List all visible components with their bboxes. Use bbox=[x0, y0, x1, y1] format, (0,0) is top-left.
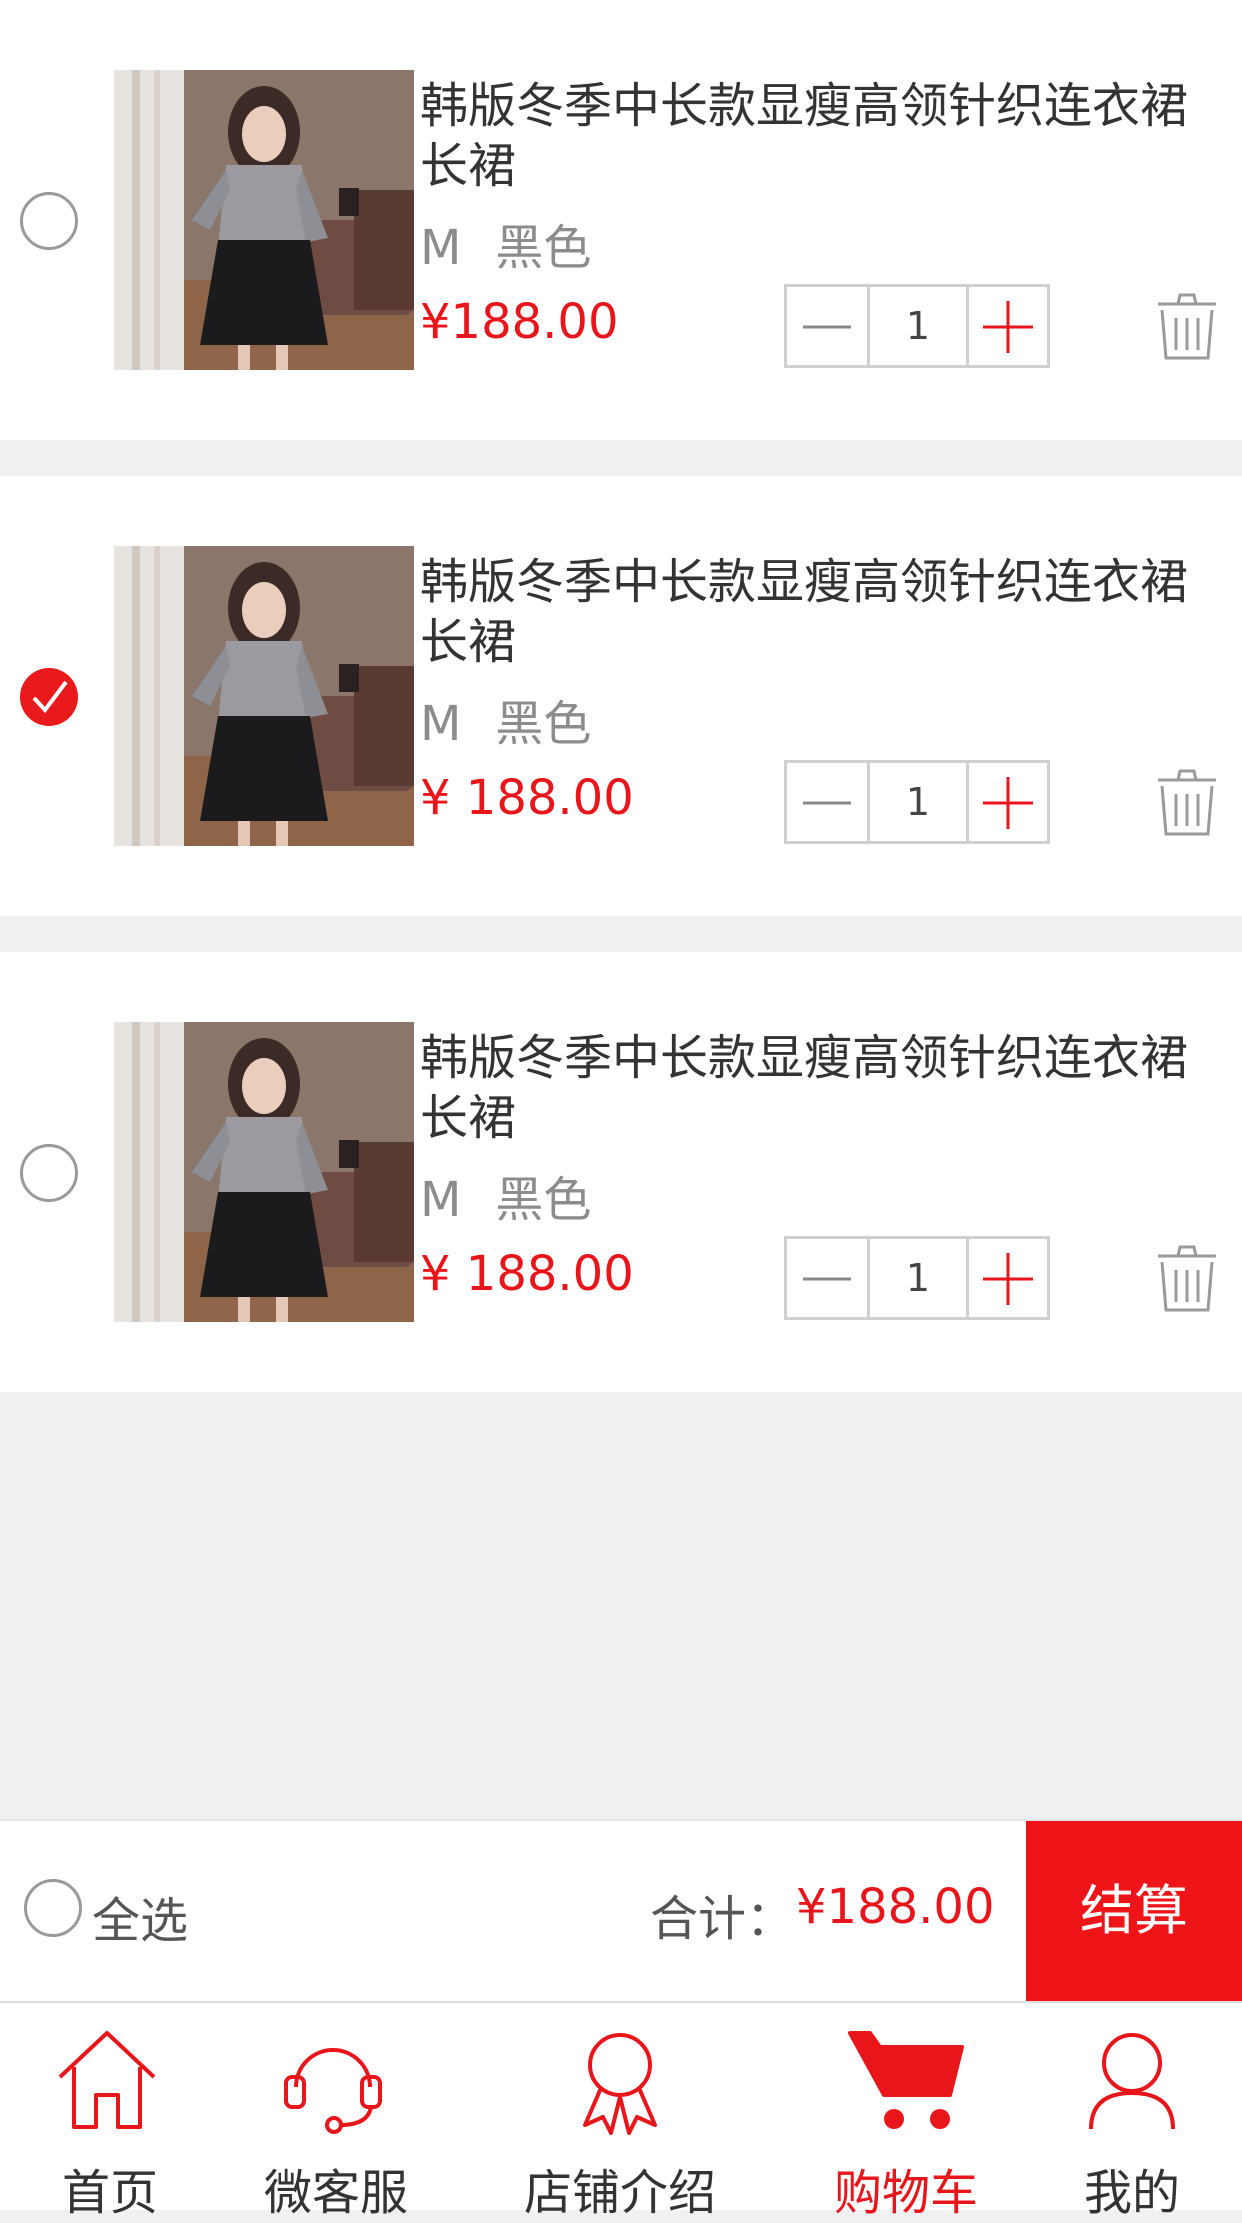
increase-button[interactable] bbox=[969, 1239, 1047, 1317]
tab-cart[interactable]: 购物车 bbox=[796, 2003, 1016, 2221]
product-image[interactable] bbox=[114, 1022, 414, 1322]
cart-item: 韩版冬季中长款显瘦高领针织连衣裙长裙 M 黑色 ¥ 188.00 1 bbox=[0, 476, 1242, 916]
quantity-value[interactable]: 1 bbox=[870, 763, 969, 841]
plus-icon bbox=[983, 777, 1033, 829]
product-size: M bbox=[420, 220, 462, 276]
cart-icon bbox=[848, 2031, 964, 2129]
delete-button[interactable] bbox=[1156, 292, 1218, 366]
home-icon bbox=[58, 2031, 156, 2129]
bottom-tab-bar: 首页 微客服 店铺介绍 购物车 我的 bbox=[0, 2001, 1242, 2221]
checkout-button[interactable]: 结算 bbox=[1026, 1821, 1242, 2001]
tab-label: 店铺介绍 bbox=[523, 2165, 716, 2221]
product-price: ¥188.00 bbox=[420, 294, 619, 350]
delete-button[interactable] bbox=[1156, 768, 1218, 842]
trash-icon bbox=[1158, 1245, 1216, 1312]
delete-button[interactable] bbox=[1156, 1244, 1218, 1318]
tab-me[interactable]: 我的 bbox=[1022, 2003, 1242, 2221]
increase-button[interactable] bbox=[969, 763, 1047, 841]
decrease-button[interactable] bbox=[787, 1239, 870, 1317]
quantity-stepper: 1 bbox=[784, 284, 1050, 368]
item-checkbox[interactable] bbox=[20, 1144, 78, 1202]
select-all-checkbox[interactable] bbox=[24, 1879, 82, 1937]
cart-item: 韩版冬季中长款显瘦高领针织连衣裙长裙 M 黑色 ¥ 188.00 1 bbox=[0, 952, 1242, 1392]
product-spec: M 黑色 bbox=[420, 208, 625, 278]
tab-label: 购物车 bbox=[833, 2165, 978, 2221]
total-label: 合计： bbox=[650, 1891, 795, 1947]
trash-icon bbox=[1158, 769, 1216, 836]
product-color: 黑色 bbox=[495, 1172, 592, 1228]
product-image[interactable] bbox=[114, 546, 414, 846]
quantity-value[interactable]: 1 bbox=[870, 287, 969, 365]
quantity-value[interactable]: 1 bbox=[870, 1239, 969, 1317]
ribbon-icon bbox=[583, 2033, 657, 2135]
product-title[interactable]: 韩版冬季中长款显瘦高领针织连衣裙长裙 bbox=[420, 76, 1210, 196]
checkout-bar: 全选 合计： ¥188.00 结算 bbox=[0, 1819, 1242, 2001]
tab-label: 首页 bbox=[61, 2165, 158, 2221]
product-color: 黑色 bbox=[495, 220, 592, 276]
product-title[interactable]: 韩版冬季中长款显瘦高领针织连衣裙长裙 bbox=[420, 1028, 1210, 1148]
tab-label: 微客服 bbox=[263, 2165, 408, 2221]
increase-button[interactable] bbox=[969, 287, 1047, 365]
plus-icon bbox=[983, 1253, 1033, 1305]
decrease-button[interactable] bbox=[787, 287, 870, 365]
minus-icon bbox=[803, 325, 851, 329]
plus-icon bbox=[983, 301, 1033, 353]
tab-customer-service[interactable]: 微客服 bbox=[226, 2003, 446, 2221]
cart-item: 韩版冬季中长款显瘦高领针织连衣裙长裙 M 黑色 ¥188.00 1 bbox=[0, 0, 1242, 440]
tab-store-info[interactable]: 店铺介绍 bbox=[510, 2003, 730, 2221]
item-checkbox[interactable] bbox=[20, 668, 78, 726]
product-size: M bbox=[420, 696, 462, 752]
product-title[interactable]: 韩版冬季中长款显瘦高领针织连衣裙长裙 bbox=[420, 552, 1210, 672]
minus-icon bbox=[803, 801, 851, 805]
quantity-stepper: 1 bbox=[784, 760, 1050, 844]
product-image[interactable] bbox=[114, 70, 414, 370]
product-spec: M 黑色 bbox=[420, 684, 625, 754]
item-checkbox[interactable] bbox=[20, 192, 78, 250]
check-icon bbox=[32, 680, 68, 714]
product-price: ¥ 188.00 bbox=[420, 1246, 634, 1302]
select-all-label[interactable]: 全选 bbox=[92, 1881, 188, 1951]
product-size: M bbox=[420, 1172, 462, 1228]
product-price: ¥ 188.00 bbox=[420, 770, 634, 826]
user-icon bbox=[1089, 2033, 1175, 2130]
headset-icon bbox=[284, 2048, 382, 2134]
total-value: ¥188.00 bbox=[796, 1879, 995, 1935]
quantity-stepper: 1 bbox=[784, 1236, 1050, 1320]
product-spec: M 黑色 bbox=[420, 1160, 625, 1230]
tab-home[interactable]: 首页 bbox=[0, 2003, 220, 2221]
trash-icon bbox=[1158, 293, 1216, 360]
product-color: 黑色 bbox=[495, 696, 592, 752]
decrease-button[interactable] bbox=[787, 763, 870, 841]
tab-label: 我的 bbox=[1083, 2165, 1180, 2221]
minus-icon bbox=[803, 1277, 851, 1281]
